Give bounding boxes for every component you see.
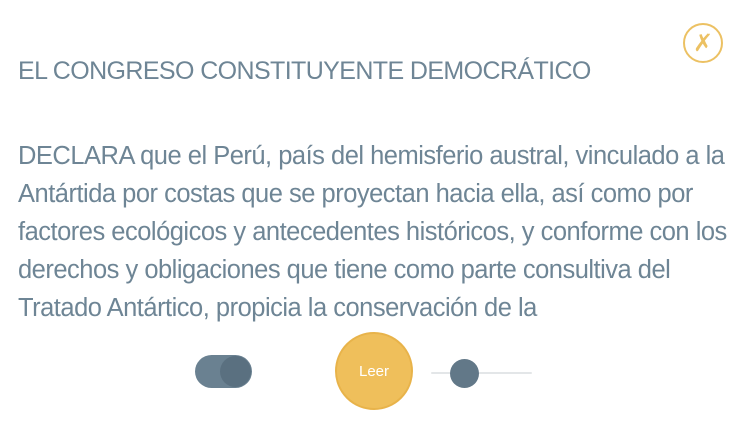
slider-track (431, 372, 532, 374)
read-button-label: Leer (358, 362, 390, 380)
close-icon: ✗ (692, 29, 714, 57)
slider-thumb[interactable] (449, 359, 479, 388)
toggle-switch[interactable] (195, 355, 252, 388)
speed-slider[interactable] (431, 357, 532, 389)
content-scroll-area[interactable]: DECLARA que el Perú, país del hemisferio… (18, 137, 734, 323)
article-text: DECLARA que el Perú, país del hemisferio… (18, 142, 727, 322)
page-title: EL CONGRESO CONSTITUYENTE DEMOCRÁTICO (18, 57, 591, 85)
read-button[interactable]: Leer (335, 332, 413, 410)
toggle-knob (220, 356, 251, 387)
close-button[interactable]: ✗ (683, 23, 723, 63)
